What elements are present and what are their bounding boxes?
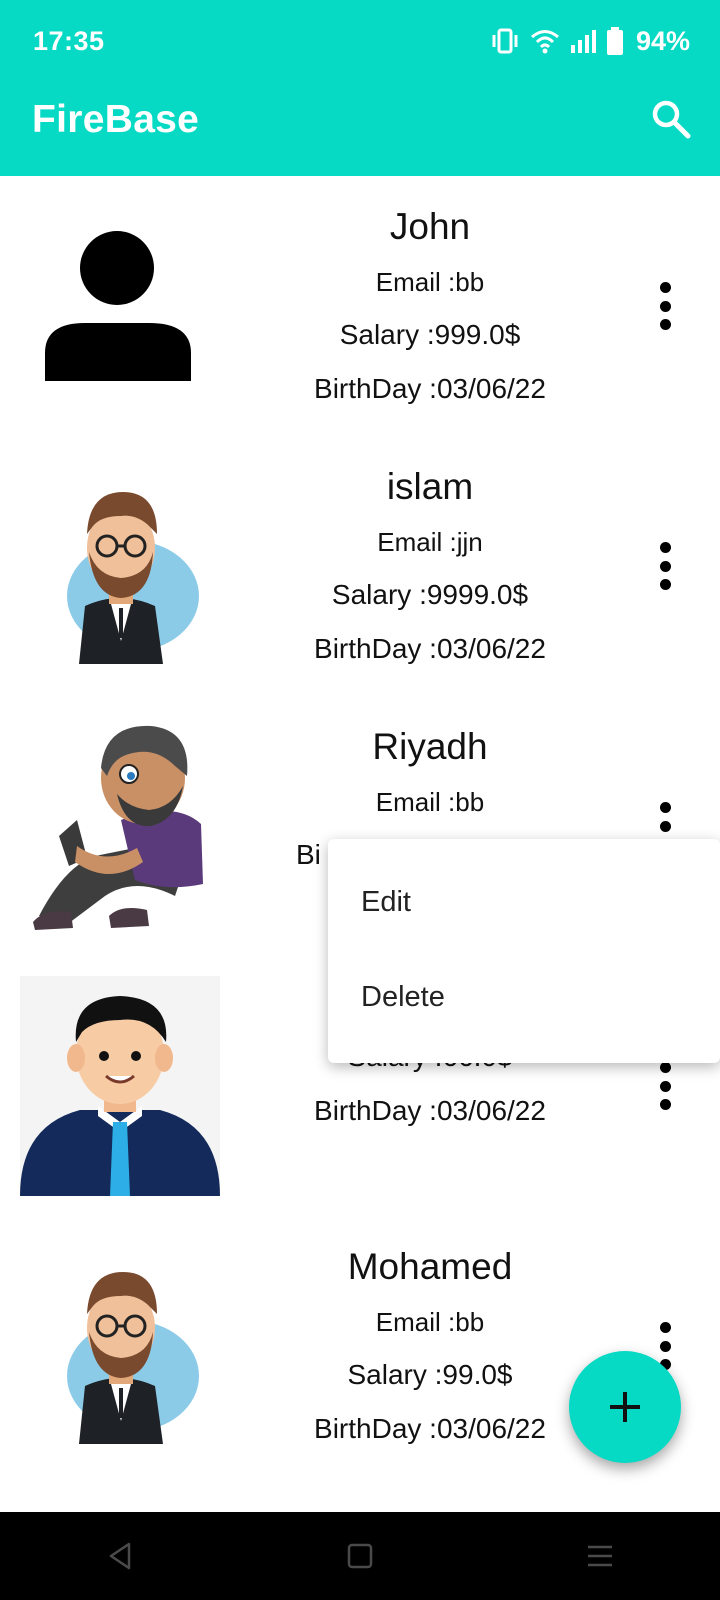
back-button[interactable] (90, 1526, 150, 1586)
employee-birthday: BirthDay :03/06/22 (314, 373, 546, 404)
status-time: 17:35 (33, 26, 105, 56)
plus-icon (610, 1392, 640, 1422)
popup-menu: Edit Delete (328, 839, 720, 1063)
employee-name: Riyadh (372, 726, 488, 767)
employee-birthday: BirthDay :03/06/22 (314, 1413, 546, 1444)
employee-salary: Salary :9999.0$ (331, 579, 529, 610)
more-options-icon[interactable] (650, 1056, 680, 1116)
employee-salary: Salary :99.0$ (347, 1359, 513, 1390)
search-button[interactable] (648, 96, 694, 142)
search-icon (652, 100, 691, 139)
employee-name: John (389, 206, 471, 247)
employee-name: islam (386, 466, 474, 507)
employee-birthday: BirthDay :03/06/22 (314, 1095, 546, 1126)
vibrate-icon (492, 28, 518, 54)
employee-email: Email :bb (375, 267, 485, 297)
recents-icon (588, 1545, 612, 1567)
employee-salary: Salary :999.0$ (339, 319, 521, 350)
more-options-icon[interactable] (650, 536, 680, 596)
app-title: FireBase (32, 98, 200, 141)
more-options-icon[interactable] (650, 276, 680, 336)
man-sitting-phone-avatar (20, 716, 220, 936)
employee-name: Mohamed (347, 1246, 513, 1287)
employee-row[interactable]: John Email :bb Salary :999.0$ BirthDay :… (0, 176, 720, 436)
menu-item-edit[interactable]: Edit (328, 855, 720, 950)
wifi-icon (530, 30, 559, 54)
home-icon (347, 1543, 373, 1569)
battery-percent: 94% (635, 25, 690, 56)
app-bar: 17:35 94% FireBase (0, 0, 720, 176)
back-icon (109, 1542, 131, 1570)
employee-email: Email :bb (375, 787, 485, 817)
bearded-man-glasses-avatar (20, 1236, 220, 1456)
navigation-bar (0, 1512, 720, 1600)
businessman-avatar (20, 976, 220, 1196)
menu-item-delete[interactable]: Delete (328, 950, 720, 1045)
recents-button[interactable] (570, 1526, 630, 1586)
employee-email: Email :jjn (377, 527, 483, 557)
add-employee-button[interactable] (569, 1351, 681, 1463)
employee-row[interactable]: islam Email :jjn Salary :9999.0$ BirthDa… (0, 436, 720, 696)
status-icons: 94% (490, 24, 690, 58)
battery-icon (606, 27, 623, 55)
home-button[interactable] (330, 1526, 390, 1586)
signal-icon (570, 30, 596, 53)
bearded-man-glasses-avatar (20, 456, 220, 676)
employee-birthday: BirthDay :03/06/22 (314, 633, 546, 664)
default-person-icon (20, 196, 220, 416)
employee-email: Email :bb (375, 1307, 485, 1337)
